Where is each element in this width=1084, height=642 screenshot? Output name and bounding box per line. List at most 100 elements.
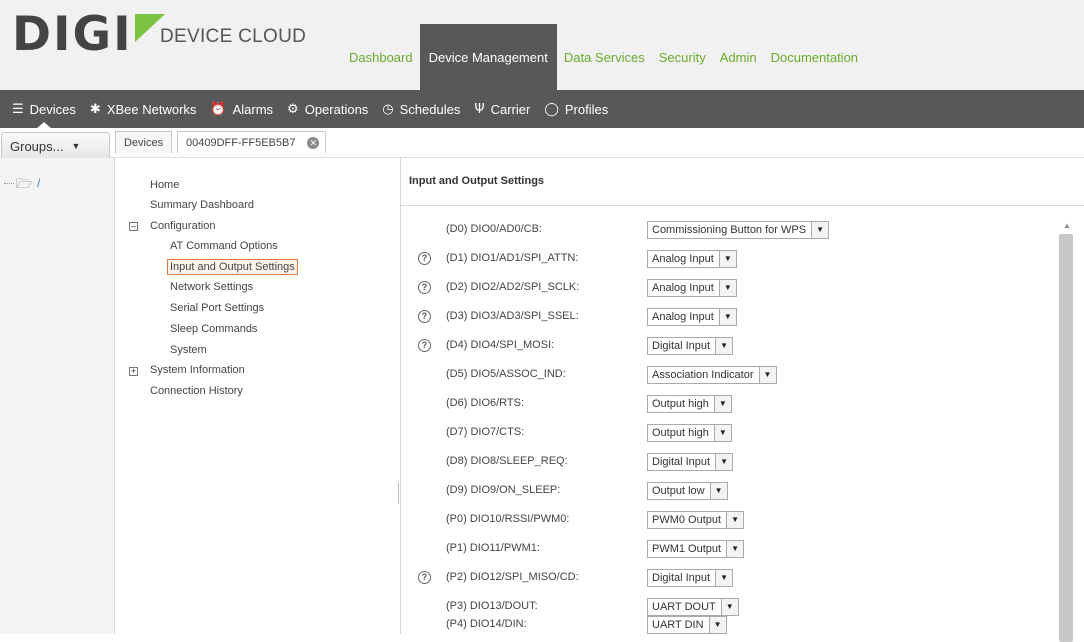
topnav-dashboard[interactable]: Dashboard [342, 24, 420, 90]
setting-label: (D2) DIO2/AD2/SPI_SCLK: [446, 281, 580, 293]
setting-row-d5: (D5) DIO5/ASSOC_IND: Association Indicat… [401, 364, 1061, 386]
setting-label: (D1) DIO1/AD1/SPI_ATTN: [446, 252, 579, 264]
tab-device-label: 00409DFF-FF5EB5B7 [186, 136, 296, 149]
topnav-device-management[interactable]: Device Management [419, 24, 557, 90]
setting-row-p1: (P1) DIO11/PWM1: PWM1 Output ▼ [401, 538, 1061, 560]
setting-row-p0: (P0) DIO10/RSSI/PWM0: PWM0 Output ▼ [401, 509, 1061, 531]
tab-bar: Groups... ▼ Devices 00409DFF-FF5EB5B7 ✕ [0, 128, 1084, 160]
setting-row-d2: ? (D2) DIO2/AD2/SPI_SCLK: Analog Input ▼ [401, 277, 1061, 299]
select-value: UART DIN [652, 619, 704, 631]
subnav-xbee-label: XBee Networks [106, 101, 197, 117]
tree-configuration[interactable]: Configuration [150, 219, 215, 233]
setting-label: (D7) DIO7/CTS: [446, 426, 525, 438]
setting-select-p4[interactable]: UART DIN ▼ [647, 616, 727, 634]
tree-connection-history[interactable]: Connection History [150, 384, 243, 398]
subnav-xbee-networks[interactable]: ✱ XBee Networks [90, 90, 197, 128]
help-icon[interactable]: ? [418, 310, 431, 323]
setting-label: (D9) DIO9/ON_SLEEP: [446, 484, 561, 496]
setting-row-d7: (D7) DIO7/CTS: Output high ▼ [401, 422, 1061, 444]
select-value: Output high [652, 427, 709, 439]
tree-input-output-settings[interactable]: Input and Output Settings [167, 259, 298, 275]
app-header: DIGI DEVICE CLOUD Dashboard Device Manag… [0, 0, 1084, 90]
setting-select-d3[interactable]: Analog Input ▼ [647, 308, 737, 326]
tab-device-detail[interactable]: 00409DFF-FF5EB5B7 ✕ [177, 131, 327, 153]
select-value: Analog Input [652, 253, 714, 265]
logo-word: DIGI [12, 7, 133, 62]
select-value: Output low [652, 485, 705, 497]
chevron-down-icon: ▼ [71, 141, 81, 151]
help-icon[interactable]: ? [418, 339, 431, 352]
chevron-down-icon: ▼ [758, 367, 776, 383]
subnav-alarms[interactable]: ⏰ Alarms [210, 90, 273, 128]
clock-icon: ◷ [382, 101, 394, 117]
setting-label: (P4) DIO14/DIN: [446, 618, 527, 630]
subnav-profiles[interactable]: ◯ Profiles [544, 90, 608, 128]
tree-home[interactable]: Home [150, 178, 179, 192]
subnav-schedules[interactable]: ◷ Schedules [382, 90, 460, 128]
tree-system-information[interactable]: System Information [150, 363, 245, 377]
chevron-down-icon: ▼ [715, 570, 733, 586]
chevron-down-icon: ▼ [715, 454, 733, 470]
subnav-devices[interactable]: ☰ Devices [12, 90, 76, 129]
tree-summary-dashboard[interactable]: Summary Dashboard [150, 198, 254, 212]
splitter-handle[interactable] [398, 482, 400, 504]
select-value: Digital Input [652, 572, 711, 584]
setting-row-d0: (D0) DIO0/AD0/CB: Commissioning Button f… [401, 219, 1061, 241]
tree-sleep-commands[interactable]: Sleep Commands [170, 322, 257, 336]
chevron-down-icon: ▼ [726, 541, 744, 557]
setting-row-d9: (D9) DIO9/ON_SLEEP: Output low ▼ [401, 480, 1061, 502]
topnav-security[interactable]: Security [652, 24, 713, 90]
setting-select-p1[interactable]: PWM1 Output ▼ [647, 540, 745, 558]
tab-devices[interactable]: Devices [115, 131, 173, 153]
collapse-configuration-icon[interactable]: – [129, 222, 138, 231]
vertical-scrollbar[interactable] [1059, 234, 1073, 642]
folder-open-icon[interactable]: 🗁 [16, 175, 32, 197]
chevron-down-icon: ▼ [718, 309, 736, 325]
topnav-data-services[interactable]: Data Services [557, 24, 652, 90]
setting-select-d7[interactable]: Output high ▼ [647, 424, 732, 442]
gear-icon: ⚙ [287, 101, 299, 117]
subnav-profiles-label: Profiles [564, 101, 609, 117]
chevron-down-icon: ▼ [713, 396, 731, 412]
select-value: Commissioning Button for WPS [652, 224, 807, 236]
digi-logo[interactable]: DIGI [12, 10, 165, 60]
setting-select-p0[interactable]: PWM0 Output ▼ [647, 511, 745, 529]
setting-row-d1: ? (D1) DIO1/AD1/SPI_ATTN: Analog Input ▼ [401, 248, 1061, 270]
setting-row-p2: ? (P2) DIO12/SPI_MISO/CD: Digital Input ▼ [401, 567, 1061, 589]
setting-select-d0[interactable]: Commissioning Button for WPS ▼ [647, 221, 830, 239]
select-value: Analog Input [652, 311, 714, 323]
setting-row-d8: (D8) DIO8/SLEEP_REQ: Digital Input ▼ [401, 451, 1061, 473]
setting-select-d9[interactable]: Output low ▼ [647, 482, 728, 500]
groups-dropdown-button[interactable]: Groups... ▼ [1, 132, 110, 160]
setting-row-d3: ? (D3) DIO3/AD3/SPI_SSEL: Analog Input ▼ [401, 306, 1061, 328]
expand-system-information-icon[interactable]: + [129, 367, 138, 376]
tree-at-command-options[interactable]: AT Command Options [170, 239, 278, 253]
scroll-up-icon[interactable]: ▲ [1063, 221, 1071, 230]
topnav-admin[interactable]: Admin [713, 24, 764, 90]
setting-select-p2[interactable]: Digital Input ▼ [647, 569, 734, 587]
subnav-operations[interactable]: ⚙ Operations [287, 90, 368, 128]
chevron-down-icon: ▼ [726, 512, 744, 528]
help-icon[interactable]: ? [418, 571, 431, 584]
setting-select-d5[interactable]: Association Indicator ▼ [647, 366, 777, 384]
setting-select-d6[interactable]: Output high ▼ [647, 395, 732, 413]
shield-icon: ◯ [544, 101, 559, 117]
setting-select-d4[interactable]: Digital Input ▼ [647, 337, 734, 355]
subnav-carrier[interactable]: Ψ Carrier [474, 90, 530, 128]
close-tab-icon[interactable]: ✕ [307, 136, 320, 149]
setting-select-d8[interactable]: Digital Input ▼ [647, 453, 734, 471]
group-root-link[interactable]: / [37, 176, 40, 190]
setting-select-d2[interactable]: Analog Input ▼ [647, 279, 737, 297]
help-icon[interactable]: ? [418, 252, 431, 265]
setting-label: (P0) DIO10/RSSI/PWM0: [446, 513, 570, 525]
tree-serial-port-settings[interactable]: Serial Port Settings [170, 301, 264, 315]
topnav-documentation[interactable]: Documentation [764, 24, 865, 90]
setting-select-d1[interactable]: Analog Input ▼ [647, 250, 737, 268]
setting-label: (P3) DIO13/DOUT: [446, 600, 538, 612]
setting-label: (D8) DIO8/SLEEP_REQ: [446, 455, 568, 467]
help-icon[interactable]: ? [418, 281, 431, 294]
tree-network-settings[interactable]: Network Settings [170, 280, 253, 294]
tree-system[interactable]: System [170, 343, 207, 357]
chevron-down-icon: ▼ [713, 425, 731, 441]
subnav-operations-label: Operations [304, 101, 369, 117]
